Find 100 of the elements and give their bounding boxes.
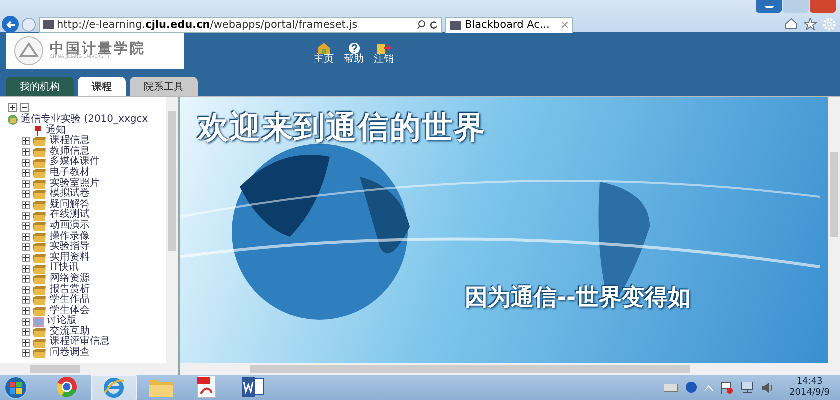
expand-icon[interactable] [22,254,30,262]
ie-app-icon[interactable] [91,374,137,400]
tree-item[interactable]: 多媒体课件 [50,157,100,168]
tree-item[interactable]: 教师信息 [50,146,90,158]
expand-icon[interactable] [22,338,30,347]
folder-icon [33,178,47,189]
tree-item[interactable]: 网络资源 [50,274,90,284]
time-text: 14:43 [796,376,823,388]
minimize-button[interactable] [756,0,782,13]
tree-item[interactable]: 电子教材 [50,168,90,179]
expand-icon[interactable] [22,180,30,188]
forum-icon [33,316,44,327]
home-link[interactable]: 主页 [314,43,334,71]
folder-icon [33,253,47,264]
help-icon [348,43,360,54]
vertical-scrollbar[interactable] [166,97,178,363]
folder-icon [33,274,47,284]
pin-icon [33,126,43,136]
page-icon [450,20,461,30]
tree-item[interactable]: 动画演示 [50,220,90,232]
banner-title: 欢迎来到通信的世界 [198,109,486,148]
refresh-icon[interactable] [429,20,438,29]
folder-icon [33,147,47,158]
page-icon [43,20,54,29]
tree-item[interactable]: 讨论版 [47,316,77,327]
tree-item[interactable]: 通信专业实验 (2010_xxgcx [21,115,148,126]
close-tab-icon[interactable] [562,22,568,28]
folder-icon [33,221,47,232]
folder-icon [33,189,47,200]
expand-icon[interactable] [22,275,30,284]
vertical-scrollbar[interactable] [828,97,840,363]
expand-icon[interactable] [22,264,30,273]
expand-icon[interactable] [22,201,30,210]
logout-link[interactable]: 注销 [374,43,394,71]
help-icon[interactable] [686,382,697,393]
expand-icon[interactable] [22,169,30,178]
expand-all-icon[interactable] [8,103,17,112]
nav-tab[interactable]: 院系工具 [130,77,198,97]
folder-icon [33,200,47,210]
start-button[interactable] [4,376,28,400]
keyboard-icon[interactable] [664,384,678,392]
expand-icon[interactable] [22,212,30,220]
browser-tab[interactable]: Blackboard Ac... [445,16,573,32]
collapse-all-icon[interactable] [20,103,29,112]
folder-icon [33,295,47,306]
expand-icon[interactable] [22,243,30,252]
back-arrow-icon [6,20,16,30]
url-text: http://e-learning.cjlu.edu.cn/webapps/portal/frameset.js [57,18,358,30]
logout-icon [377,43,391,54]
network-icon[interactable] [740,382,754,393]
tree-item[interactable]: 课程信息 [50,136,90,147]
tree-item[interactable]: IT快讯 [50,263,80,274]
expand-icon[interactable] [22,137,30,146]
folder-icon [33,348,47,358]
home-icon[interactable] [785,18,798,30]
address-field[interactable]: http://e-learning.cjlu.edu.cn/webapps/portal/frameset.js [39,16,442,32]
folder-icon [33,158,47,168]
expand-icon[interactable] [22,222,30,230]
horizontal-scrollbar[interactable] [0,363,178,375]
logo-text: 中国计量学院 [50,42,146,56]
expand-icon[interactable] [22,328,30,336]
folder-icon [33,264,47,274]
expand-icon[interactable] [22,286,30,294]
tree-item[interactable]: 在线测试 [50,210,90,221]
folder-icon [33,306,47,316]
date-text: 2014/9/9 [790,388,830,398]
expand-icon[interactable] [22,190,30,198]
expand-icon[interactable] [22,232,30,241]
folder-icon [33,210,47,221]
tree-item[interactable]: 通知 [46,126,66,136]
tree-item[interactable]: 学生作品 [50,295,90,306]
home-icon [318,43,330,54]
search-icon[interactable] [417,20,426,30]
tree-item[interactable]: 学生体会 [50,306,90,316]
back-button[interactable] [2,16,19,33]
course-icon [8,115,18,126]
nav-tab[interactable]: 我的机构 [6,77,74,97]
expand-icon[interactable] [22,318,30,326]
folder-icon [33,168,47,178]
help-link[interactable]: 帮助 [344,43,364,71]
horizontal-scrollbar[interactable] [180,363,840,375]
folder-icon [33,232,47,242]
tree-item[interactable]: 问卷调查 [50,348,90,359]
expand-icon[interactable] [22,349,30,358]
nav-tab[interactable]: 课程 [78,77,126,97]
tree-item[interactable]: 模拟试卷 [50,189,90,200]
expand-icon[interactable] [22,296,30,304]
speaker-icon[interactable] [762,382,774,392]
clock[interactable]: 14:43 2014/9/9 [790,376,830,398]
expand-icon[interactable] [22,158,30,167]
expand-icon[interactable] [22,306,30,315]
expand-icon[interactable] [22,148,30,156]
folder-icon [33,242,47,252]
folder-icon [33,136,47,146]
emblem-icon [14,36,44,66]
folder-icon [33,338,47,348]
tree-item[interactable]: 实验指导 [50,242,90,253]
flag-icon[interactable] [720,382,733,394]
star-icon[interactable] [804,18,817,30]
folder-icon [33,284,47,295]
